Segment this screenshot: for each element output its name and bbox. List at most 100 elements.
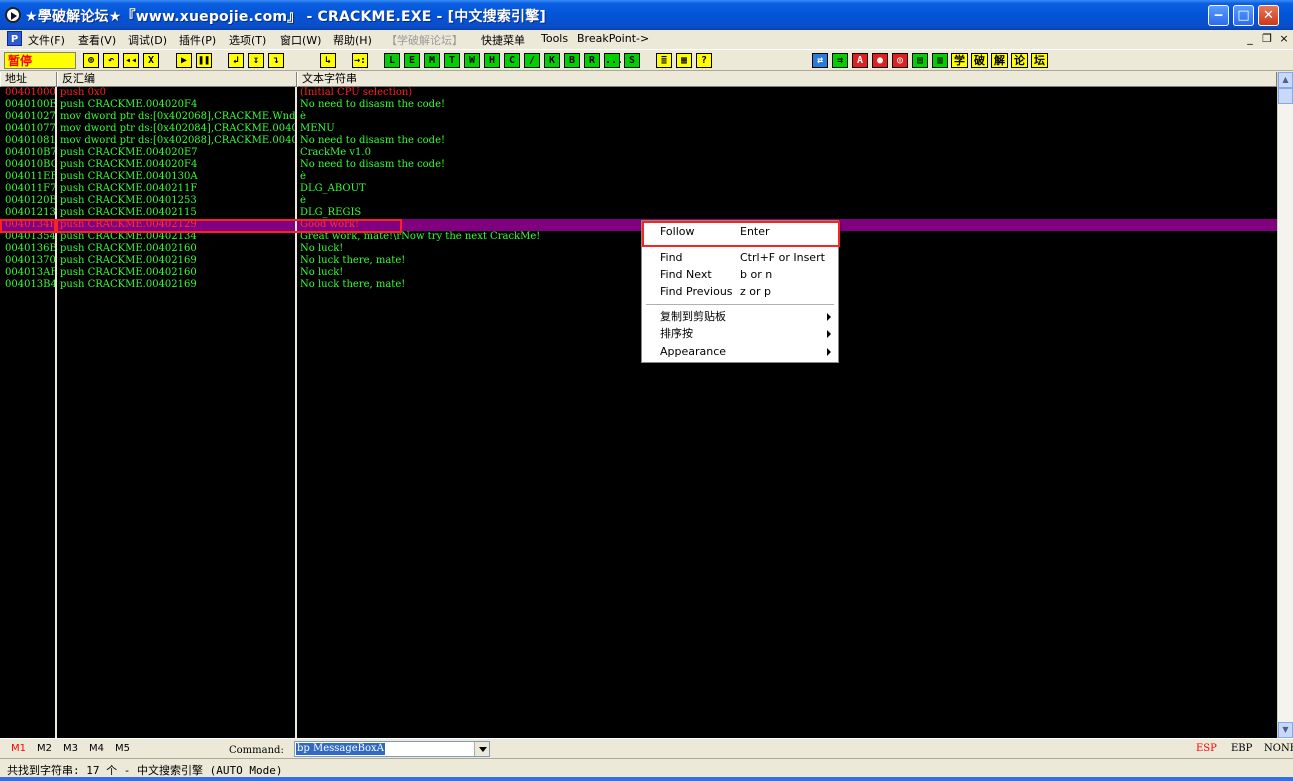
- close-program-icon[interactable]: X: [143, 53, 159, 68]
- step-over-icon[interactable]: ↧: [248, 53, 264, 68]
- mark-tab-m4[interactable]: M4: [89, 743, 104, 754]
- help-icon[interactable]: ?: [696, 53, 712, 68]
- pause-icon[interactable]: ❚❚: [196, 53, 212, 68]
- lun-button[interactable]: 论: [1011, 53, 1028, 68]
- restart-icon[interactable]: ↶: [103, 53, 119, 68]
- mark-tab-m5[interactable]: M5: [115, 743, 130, 754]
- table-row[interactable]: 004011EF push CRACKME.0040130A è: [0, 171, 1277, 183]
- a-tool-icon[interactable]: A: [852, 53, 868, 68]
- menu-debug[interactable]: 调试(D): [128, 32, 167, 48]
- menu-item-sort-by[interactable]: 排序按: [642, 325, 838, 342]
- menu-plugins[interactable]: 插件(P): [179, 32, 216, 48]
- scroll-down-button[interactable]: ▼: [1278, 722, 1293, 738]
- table-row[interactable]: 0040100E push CRACKME.004020F4 No need to …: [0, 99, 1277, 111]
- command-input-value[interactable]: bp MessageBoxA: [296, 743, 385, 755]
- open-icon[interactable]: ⊕: [83, 53, 99, 68]
- mark-tab-m2[interactable]: M2: [37, 743, 52, 754]
- column-divider[interactable]: [55, 87, 57, 738]
- table-row[interactable]: 00401081 mov dword ptr ds:[0x402088],CRAC…: [0, 135, 1277, 147]
- double-arrow-icon[interactable]: ⇉: [832, 53, 848, 68]
- register-ebp[interactable]: EBP: [1231, 743, 1252, 754]
- appearance-options-icon[interactable]: ▦: [676, 53, 692, 68]
- menu-item-copy-to-clipboard[interactable]: 复制到剪贴板: [642, 308, 838, 325]
- mdi-child-icon[interactable]: P: [7, 31, 22, 46]
- table-row[interactable]: 00401000 push 0x0 (Initial CPU selection): [0, 87, 1277, 99]
- source-window-icon[interactable]: S: [624, 53, 640, 68]
- table-row[interactable]: 004013AF push CRACKME.00402160 No luck!: [0, 267, 1277, 279]
- table-row[interactable]: 00401077 mov dword ptr ds:[0x402084],CRAC…: [0, 123, 1277, 135]
- modules-window-icon[interactable]: E: [404, 53, 420, 68]
- menu-item-find[interactable]: Find Ctrl+F or Insert: [642, 249, 838, 266]
- menu-window[interactable]: 窗口(W): [280, 32, 321, 48]
- mark-tab-m1[interactable]: M1: [11, 743, 26, 754]
- menu-options[interactable]: 选项(T): [229, 32, 266, 48]
- target-icon[interactable]: ◎: [892, 53, 908, 68]
- swap-icon[interactable]: ⇄: [812, 53, 828, 68]
- table-row[interactable]: 00401027 mov dword ptr ds:[0x402068],CRAC…: [0, 111, 1277, 123]
- table-row[interactable]: 004013B4 push CRACKME.00402169 No luck the…: [0, 279, 1277, 291]
- menu-item-appearance[interactable]: Appearance: [642, 343, 838, 360]
- rewind-icon[interactable]: ◂◂: [123, 53, 139, 68]
- menu-item-find-next[interactable]: Find Next b or n: [642, 266, 838, 283]
- memory-window-icon[interactable]: M: [424, 53, 440, 68]
- menu-view[interactable]: 查看(V): [78, 32, 116, 48]
- table-row[interactable]: 0040120B push CRACKME.00401253 è: [0, 195, 1277, 207]
- menu-file[interactable]: 文件(F): [28, 32, 65, 48]
- go-to-address-icon[interactable]: →:: [352, 53, 368, 68]
- calculator-icon[interactable]: ▤: [912, 53, 928, 68]
- vertical-scrollbar[interactable]: ▲ ▼: [1277, 72, 1293, 738]
- string-list[interactable]: 00401000 push 0x0 (Initial CPU selection) 0…: [0, 87, 1277, 738]
- threads-window-icon[interactable]: T: [444, 53, 460, 68]
- table-row[interactable]: 004011F7 push CRACKME.0040211F DLG_ABOUT: [0, 183, 1277, 195]
- column-divider[interactable]: [295, 87, 297, 738]
- call-stack-window-icon[interactable]: K: [544, 53, 560, 68]
- minimize-button[interactable]: ‒: [1208, 5, 1229, 26]
- menu-shortcuts[interactable]: 快捷菜单: [481, 32, 525, 48]
- ollydbg-app-icon[interactable]: [5, 7, 21, 23]
- breakpoints-window-icon[interactable]: B: [564, 53, 580, 68]
- cpu-window-icon[interactable]: C: [504, 53, 520, 68]
- record-icon[interactable]: ●: [872, 53, 888, 68]
- log-window-icon[interactable]: L: [384, 53, 400, 68]
- menu-breakpoint[interactable]: BreakPoint->: [577, 32, 649, 45]
- menu-tools[interactable]: Tools: [541, 32, 568, 45]
- chevron-down-icon[interactable]: [474, 742, 489, 756]
- column-header-disasm[interactable]: 反汇编: [57, 72, 297, 87]
- xue-button[interactable]: 学: [951, 53, 968, 68]
- trace-into-icon[interactable]: ↴: [268, 53, 284, 68]
- table-row[interactable]: 0040136B push CRACKME.00402160 No luck!: [0, 243, 1277, 255]
- run-trace-window-icon[interactable]: ...: [604, 53, 623, 68]
- register-esp[interactable]: ESP: [1196, 743, 1217, 754]
- command-input[interactable]: bp MessageBoxA: [294, 741, 490, 757]
- scroll-thumb[interactable]: [1278, 88, 1293, 104]
- notepad-icon[interactable]: ▥: [932, 53, 948, 68]
- references-window-icon[interactable]: R: [584, 53, 600, 68]
- table-row[interactable]: 004010B7 push CRACKME.004020E7 CrackMe v1.…: [0, 147, 1277, 159]
- tan-button[interactable]: 坛: [1031, 53, 1048, 68]
- po-button[interactable]: 破: [971, 53, 988, 68]
- mark-tab-m3[interactable]: M3: [63, 743, 78, 754]
- mdi-close-button[interactable]: ×: [1277, 32, 1291, 46]
- menu-item-find-previous[interactable]: Find Previous z or p: [642, 283, 838, 300]
- execute-till-return-icon[interactable]: ↳: [320, 53, 336, 68]
- title-bar[interactable]: ★學破解论坛★『www.xuepojie.com』 - CRACKME.EXE …: [0, 0, 1293, 30]
- register-none[interactable]: NONE: [1264, 743, 1293, 754]
- close-button[interactable]: ✕: [1258, 5, 1279, 26]
- debugging-options-icon[interactable]: ≣: [656, 53, 672, 68]
- run-icon[interactable]: ▶: [176, 53, 192, 68]
- handles-window-icon[interactable]: H: [484, 53, 500, 68]
- table-row[interactable]: 004010BC push CRACKME.004020F4 No need to …: [0, 159, 1277, 171]
- windows-window-icon[interactable]: W: [464, 53, 480, 68]
- column-header-address[interactable]: 地址: [0, 72, 57, 87]
- table-row[interactable]: 00401370 push CRACKME.00402169 No luck the…: [0, 255, 1277, 267]
- mdi-restore-button[interactable]: ❐: [1260, 32, 1274, 46]
- maximize-button[interactable]: □: [1233, 5, 1254, 26]
- jie-button[interactable]: 解: [991, 53, 1008, 68]
- step-into-icon[interactable]: ↲: [228, 53, 244, 68]
- menu-help[interactable]: 帮助(H): [333, 32, 372, 48]
- menu-xuepojie[interactable]: 【学破解论坛】: [386, 32, 463, 48]
- scroll-up-button[interactable]: ▲: [1278, 72, 1293, 88]
- table-row[interactable]: 00401213 push CRACKME.00402115 DLG_REGIS: [0, 207, 1277, 219]
- patches-window-icon[interactable]: /: [524, 53, 540, 68]
- mdi-minimize-button[interactable]: _: [1243, 32, 1257, 46]
